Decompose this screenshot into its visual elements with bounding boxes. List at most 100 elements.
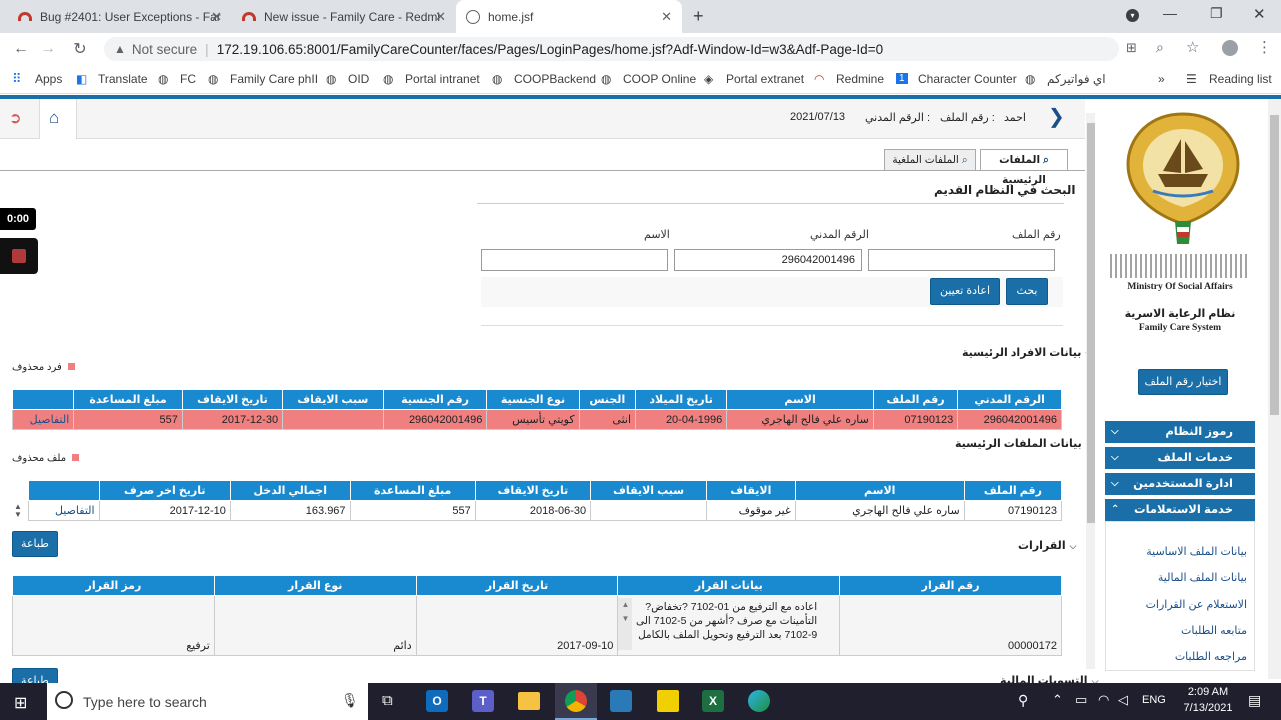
volume-icon[interactable]: ◁ <box>1118 692 1128 708</box>
menu-dots-icon[interactable]: ⋮ <box>1257 38 1272 56</box>
name-input[interactable] <box>481 249 668 271</box>
table-row[interactable]: 00000172 اعاده مع الترفيع من 01-7102 ?تخ… <box>12 595 1062 656</box>
tab-main-files[interactable]: ⌕ الملفات الرئيسية <box>980 149 1068 186</box>
bookmark-fc[interactable]: FC <box>180 72 196 86</box>
recording-stop-button[interactable] <box>0 238 38 274</box>
close-tab-icon[interactable]: ✕ <box>661 9 672 25</box>
bookmark-redmine[interactable]: Redmine <box>836 72 884 86</box>
bookmark-portal-extranet[interactable]: Portal extranet <box>726 72 804 86</box>
back-icon[interactable]: ← <box>6 40 36 58</box>
deleted-file-legend: ملف محذوف <box>12 453 80 464</box>
profile-icon[interactable] <box>1222 40 1238 56</box>
table-row[interactable]: 296042001496 07190123 ساره علي فالح الها… <box>11 409 1062 430</box>
restore-icon[interactable]: ❐ <box>1210 5 1223 22</box>
financial-settlements-toggle[interactable]: التسويات المالية <box>1000 674 1098 683</box>
excel-icon[interactable]: X <box>702 690 724 712</box>
browser-tab-home[interactable]: home.jsf ✕ <box>456 0 682 33</box>
notifications-icon[interactable]: ▤ <box>1248 692 1261 709</box>
clock-time[interactable]: 2:09 AM <box>1178 686 1238 698</box>
bookmark-character-counter[interactable]: Character Counter <box>918 72 1017 86</box>
print-decisions-button[interactable]: طباعة <box>12 668 58 683</box>
outlook-icon[interactable]: O <box>426 690 448 712</box>
ministry-calligraphy <box>1110 254 1250 278</box>
search-circle-icon <box>55 691 73 709</box>
menu-system-codes[interactable]: رموز النظام ⌵ <box>1105 421 1255 443</box>
sub-financial-file-data[interactable]: بيانات الملف المالية <box>1115 571 1247 584</box>
reset-button[interactable]: اعادة تعيين <box>930 278 1000 305</box>
reload-icon[interactable]: ↻ <box>65 39 95 59</box>
page-scrollbar[interactable] <box>1268 99 1281 679</box>
teams-icon[interactable]: T <box>472 690 494 712</box>
browser-tab-new-issue[interactable]: New issue - Family Care - Redmi ✕ <box>232 0 456 33</box>
sticky-notes-icon[interactable] <box>657 690 679 712</box>
file-explorer-icon[interactable] <box>518 692 540 710</box>
translate-page-icon[interactable]: ⊞ <box>1126 40 1137 56</box>
bookmark-invoice[interactable]: اي فواتيركم <box>1047 72 1106 86</box>
sub-decisions-inquiry[interactable]: الاستعلام عن القرارات <box>1115 598 1247 611</box>
close-tab-icon[interactable]: ✕ <box>435 9 446 25</box>
files-section-toggle[interactable]: بيانات الملفات الرئيسية <box>955 437 1093 450</box>
clock-date[interactable]: 7/13/2021 <box>1176 702 1240 714</box>
bookmark-coop-online[interactable]: COOP Online <box>623 72 696 86</box>
more-bookmarks-icon[interactable]: » <box>1158 72 1165 86</box>
globe-icon: ◍ <box>601 71 612 86</box>
reading-list[interactable]: Reading list <box>1209 72 1272 86</box>
people-icon[interactable]: ⚲ <box>1018 692 1028 709</box>
language-indicator[interactable]: ENG <box>1142 694 1166 706</box>
bookmark-portal-intranet[interactable]: Portal intranet <box>405 72 480 86</box>
table-row[interactable]: 07190123 ساره علي فالح الهاجري غير موقوف… <box>28 500 1063 521</box>
collapse-arrow-icon[interactable]: ❯ <box>1048 104 1065 129</box>
home-icon[interactable]: ⌂ <box>49 108 59 128</box>
individuals-section-toggle[interactable]: بيانات الافراد الرئيسية <box>962 346 1092 359</box>
translate-icon: ◧ <box>76 71 88 86</box>
decisions-section-toggle[interactable]: القرارات <box>1018 539 1076 552</box>
browser-tab-bug[interactable]: Bug #2401: User Exceptions - Far ✕ <box>8 0 232 33</box>
menu-user-management[interactable]: ادارة المستخدمين ⌵ <box>1105 473 1255 495</box>
zoom-icon[interactable]: ⌕ <box>1156 39 1164 56</box>
chrome-icon[interactable] <box>565 690 587 712</box>
wifi-icon[interactable]: ◠ <box>1098 692 1109 708</box>
task-view-icon[interactable]: ⧉ <box>382 692 393 709</box>
row-scroll-icon[interactable]: ▲ ▼ <box>14 503 22 519</box>
close-window-icon[interactable]: ✕ <box>1253 5 1266 23</box>
chevron-down-icon: ⌵ <box>1111 426 1119 437</box>
bookmark-apps[interactable]: Apps <box>35 72 62 86</box>
decision-scrollbar[interactable]: ▲ ▼ <box>618 598 633 650</box>
system-name-ar: نظام الرعاية الاسرية <box>1124 308 1236 320</box>
civil-no-input[interactable]: 296042001496 <box>674 249 862 271</box>
microphone-icon[interactable]: 🎙 <box>341 692 359 709</box>
search-button[interactable]: بحث <box>1006 278 1048 305</box>
chevron-up-icon: ⌃ <box>1111 504 1120 515</box>
bookmark-translate[interactable]: Translate <box>98 72 148 86</box>
details-link[interactable]: التفاصيل <box>11 409 75 430</box>
forward-icon[interactable]: → <box>33 40 63 58</box>
apps-grid-icon: ⠿ <box>12 70 22 86</box>
sub-basic-file-data[interactable]: بيانات الملف الاساسية <box>1115 545 1247 558</box>
chevron-up-icon[interactable]: ⌃ <box>1052 692 1063 708</box>
sub-requests-review[interactable]: مراجعه الطلبات <box>1115 650 1247 663</box>
network-icon[interactable]: ▭ <box>1075 692 1087 708</box>
close-tab-icon[interactable]: ✕ <box>211 9 222 25</box>
url-omnibox[interactable]: ▲ Not secure | 172.19.106.65:8001/Family… <box>104 37 1119 61</box>
bookmark-oid[interactable]: OID <box>348 72 369 86</box>
minimize-icon[interactable]: — <box>1163 5 1177 21</box>
app-icon[interactable] <box>610 690 632 712</box>
file-no-input[interactable] <box>868 249 1055 271</box>
bookmark-star-icon[interactable]: ☆ <box>1186 38 1199 56</box>
taskbar-search-box[interactable]: Type here to search 🎙 <box>47 683 368 720</box>
windows-start-icon[interactable]: ⊞ <box>14 693 27 713</box>
menu-file-services[interactable]: خدمات الملف ⌵ <box>1105 447 1255 469</box>
bookmark-coopbackend[interactable]: COOPBackend <box>514 72 596 86</box>
menu-inquiry-service[interactable]: خدمة الاستعلامات ⌃ <box>1105 499 1255 521</box>
print-files-button[interactable]: طباعة <box>12 531 58 557</box>
edge-icon[interactable] <box>748 690 770 712</box>
bookmark-family-care[interactable]: Family Care phII <box>230 72 318 86</box>
header-user-name: احمد <box>1004 112 1026 124</box>
new-tab-icon[interactable]: + <box>693 6 704 27</box>
tab-cancelled-files[interactable]: ⌕ الملفات الملغية <box>884 149 976 170</box>
select-file-button[interactable]: اختيار رقم الملف <box>1138 369 1228 395</box>
tab-search-icon[interactable]: ▾ <box>1126 9 1139 22</box>
details-link[interactable]: التفاصيل <box>28 500 100 521</box>
sub-requests-followup[interactable]: متابعه الطلبات <box>1115 624 1247 637</box>
logout-icon[interactable]: ➲ <box>9 109 22 127</box>
